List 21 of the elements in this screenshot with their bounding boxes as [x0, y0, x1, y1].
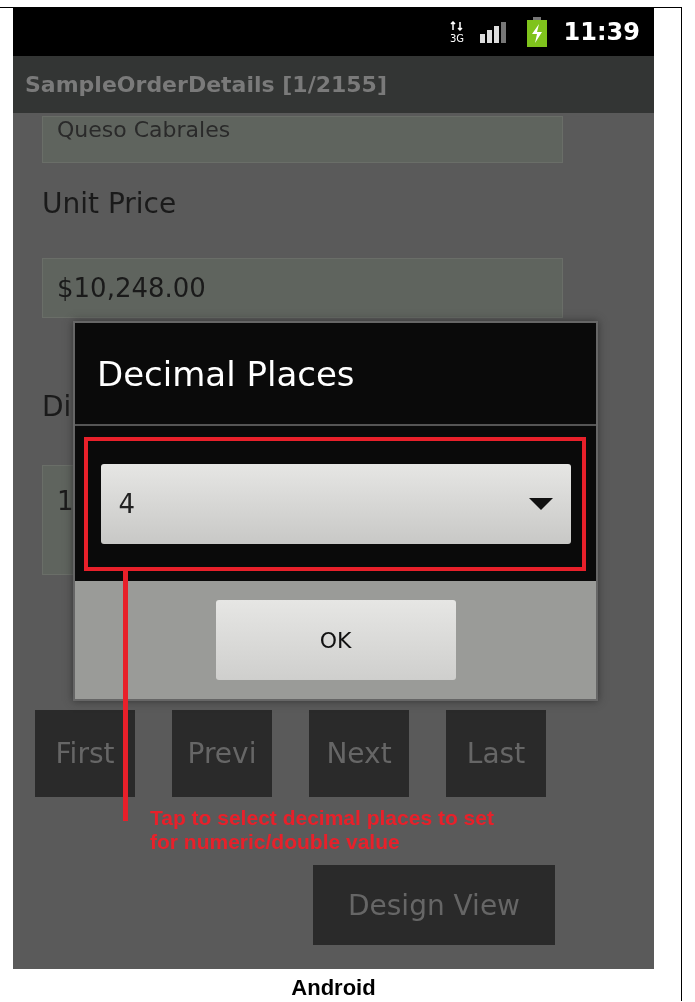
dialog-title: Decimal Places — [97, 353, 355, 394]
caret-icon — [528, 497, 553, 510]
text-field[interactable]: $10,248.00 — [42, 258, 563, 318]
battery-charging-icon — [525, 17, 548, 47]
design-view-button[interactable]: Design View — [313, 865, 555, 945]
dropdown-spinner[interactable]: 4 — [100, 463, 571, 544]
field-value: $10,248.00 — [57, 273, 206, 303]
figure-caption: Android — [290, 974, 377, 1001]
field-value: 1 — [57, 486, 74, 516]
text-field[interactable]: Queso Cabrales — [42, 116, 563, 163]
nav-button[interactable]: First — [35, 710, 135, 797]
clock-time: 11:39 — [563, 18, 640, 46]
ok-button[interactable]: OK — [215, 600, 456, 680]
field-value: Queso Cabrales — [57, 117, 231, 142]
nav-button[interactable]: Last — [446, 710, 546, 797]
annotation-text: Tap to select decimal places to set for numeric/double value — [150, 806, 494, 854]
field-label: Unit Price — [42, 187, 178, 220]
field-label: Di — [42, 390, 73, 423]
app-title: SampleOrderDetails [1/2155] — [25, 72, 387, 97]
nav-button[interactable]: Previ — [172, 710, 272, 797]
nav-button[interactable]: Next — [309, 710, 409, 797]
